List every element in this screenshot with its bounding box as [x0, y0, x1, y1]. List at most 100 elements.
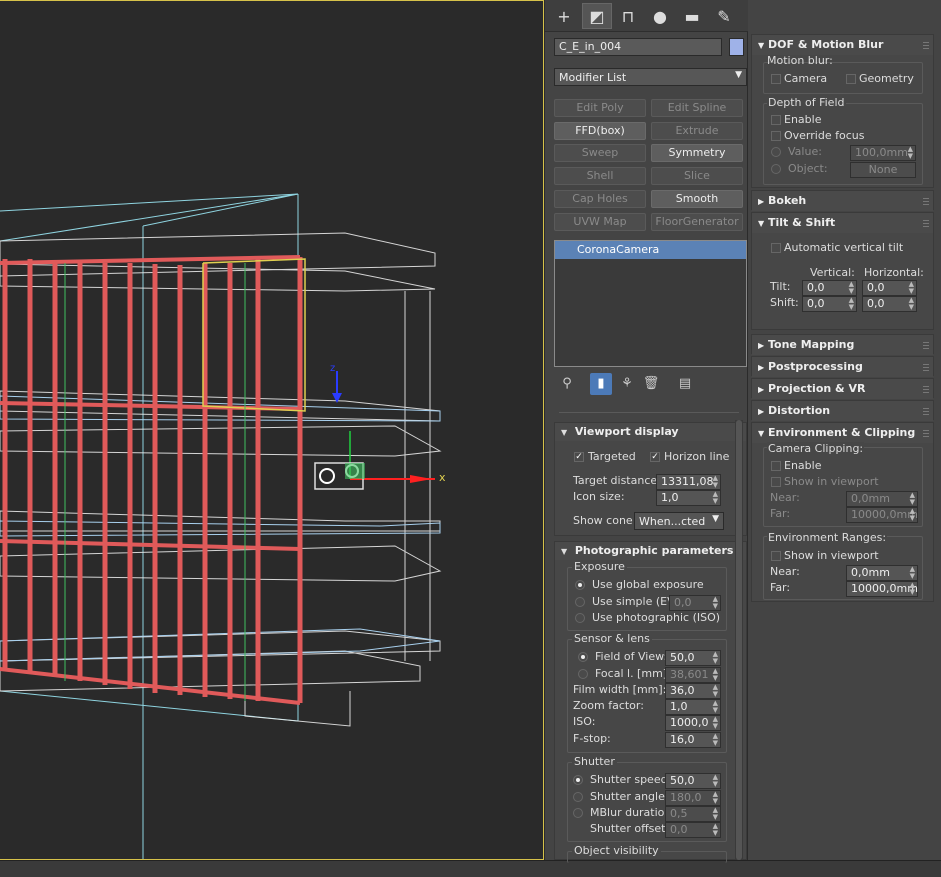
camera-gizmo[interactable] — [314, 371, 435, 490]
mblur-duration-spinner[interactable]: 0,5 ▲ ▼ — [665, 806, 721, 822]
mod-button-symmetry[interactable]: Symmetry — [651, 144, 743, 162]
ranges-far-spinner[interactable]: 10000,0mm ▲ ▼ — [846, 581, 918, 597]
clipping-show-viewport-checkbox[interactable] — [771, 477, 781, 487]
shutter-angle-spinner[interactable]: 180,0 ▲ ▼ — [665, 790, 721, 806]
focus-value-spinner[interactable]: 100,0mm ▲ ▼ — [850, 145, 916, 161]
configure-sets-icon[interactable]: ▤ — [674, 373, 696, 395]
display-tab-icon[interactable]: ▬ — [677, 3, 707, 29]
motion-tab-icon[interactable]: ● — [645, 3, 675, 29]
shutter-angle-radio[interactable] — [573, 792, 583, 802]
ranges-show-viewport-checkbox[interactable] — [771, 551, 781, 561]
tilt-label: Tilt: — [770, 280, 791, 293]
pin-stack-icon[interactable]: ⚲ — [556, 373, 578, 395]
tilt-vertical-spinner[interactable]: 0,0 ▲ ▼ — [802, 280, 857, 296]
show-end-result-icon[interactable]: ▮ — [590, 373, 612, 395]
photographic-iso-radio[interactable] — [575, 613, 585, 623]
mod-button-extrude[interactable]: Extrude — [651, 122, 743, 140]
distortion-header[interactable]: ▶ Distortion — [752, 401, 933, 421]
fov-radio[interactable] — [578, 652, 588, 662]
mod-button-sweep[interactable]: Sweep — [554, 144, 646, 162]
fov-spinner[interactable]: 50,0 ▲ ▼ — [665, 650, 721, 666]
object-name-field[interactable]: C_E_in_004 — [554, 38, 722, 56]
remove-modifier-icon[interactable]: 🗑 — [640, 373, 662, 395]
horizon-line-checkbox[interactable]: ✓ — [650, 452, 660, 462]
motion-blur-geometry-checkbox[interactable] — [846, 74, 856, 84]
object-color-swatch[interactable] — [729, 38, 744, 56]
mod-button-ffd-box[interactable]: FFD(box) — [554, 122, 646, 140]
projection-vr-header[interactable]: ▶ Projection & VR — [752, 379, 933, 399]
zoom-factor-value: 1,0 — [670, 700, 688, 713]
target-distance-spinner[interactable]: 13311,08 ▲ ▼ — [656, 474, 721, 490]
hierarchy-tab-icon[interactable]: ⊓ — [613, 3, 643, 29]
modify-tab-icon[interactable]: ◩ — [582, 3, 612, 29]
motion-blur-geometry-label: Geometry — [859, 72, 914, 85]
projection-vr-rollout[interactable]: ▶ Projection & VR — [751, 378, 934, 399]
mblur-duration-radio[interactable] — [573, 808, 583, 818]
bokeh-header[interactable]: ▶ Bokeh — [752, 191, 933, 211]
mod-button-shell[interactable]: Shell — [554, 167, 646, 185]
command-panel-scrollbar[interactable] — [735, 420, 743, 860]
clipping-near-spinner[interactable]: 0,0mm ▲ ▼ — [846, 491, 918, 507]
shutter-speed-spinner[interactable]: 50,0 ▲ ▼ — [665, 773, 721, 789]
iso-spinner[interactable]: 1000,0 ▲ ▼ — [665, 715, 721, 731]
create-tab-icon[interactable]: + — [549, 3, 579, 29]
scrollbar-thumb[interactable] — [736, 420, 742, 860]
mod-button-uvw-map[interactable]: UVW Map — [554, 213, 646, 231]
shutter-offset-spinner[interactable]: 0,0 ▲ ▼ — [665, 822, 721, 838]
simple-ev-spinner[interactable]: 0,0 ▲ ▼ — [669, 595, 721, 611]
simple-ev-radio[interactable] — [575, 597, 585, 607]
icon-size-spinner[interactable]: 1,0 ▲ ▼ — [656, 490, 721, 506]
film-width-spinner[interactable]: 36,0 ▲ ▼ — [665, 683, 721, 699]
tilt-shift-header[interactable]: ▼ Tilt & Shift — [752, 213, 933, 233]
spinner-arrows-icon: ▲ ▼ — [909, 491, 915, 506]
dof-motion-blur-header[interactable]: ▼ DOF & Motion Blur — [752, 35, 933, 55]
override-focus-checkbox[interactable] — [771, 131, 781, 141]
projection-vr-title: Projection & VR — [768, 382, 866, 395]
bokeh-rollout[interactable]: ▶ Bokeh — [751, 190, 934, 211]
postprocessing-rollout[interactable]: ▶ Postprocessing — [751, 356, 934, 377]
photographic-parameters-header[interactable]: ▼ Photographic parameters — [555, 542, 746, 560]
focus-object-radio[interactable] — [771, 164, 781, 174]
zoom-factor-spinner[interactable]: 1,0 ▲ ▼ — [665, 699, 721, 715]
focus-object-button[interactable]: None — [850, 162, 916, 178]
tone-mapping-rollout[interactable]: ▶ Tone Mapping — [751, 334, 934, 355]
clipping-enable-checkbox[interactable] — [771, 461, 781, 471]
dof-enable-checkbox[interactable] — [771, 115, 781, 125]
focal-spinner[interactable]: 38,601 ▲ ▼ — [665, 667, 721, 683]
mod-button-floorgenerator[interactable]: FloorGenerator — [651, 213, 743, 231]
mod-button-edit-spline[interactable]: Edit Spline — [651, 99, 743, 117]
modifier-list-dropdown[interactable]: Modifier List ▼ — [554, 68, 747, 86]
environment-clipping-header[interactable]: ▼ Environment & Clipping — [752, 423, 933, 443]
spinner-arrows-icon: ▲ ▼ — [908, 296, 914, 311]
focal-radio[interactable] — [578, 669, 588, 679]
fstop-spinner[interactable]: 16,0 ▲ ▼ — [665, 732, 721, 748]
tilt-horizontal-spinner[interactable]: 0,0 ▲ ▼ — [862, 280, 917, 296]
mod-button-slice[interactable]: Slice — [651, 167, 743, 185]
focus-value-radio[interactable] — [771, 147, 781, 157]
mod-button-smooth[interactable]: Smooth — [651, 190, 743, 208]
clipping-far-spinner[interactable]: 10000,0mm ▲ ▼ — [846, 507, 918, 523]
show-cone-dropdown[interactable]: When...cted ▼ — [634, 512, 724, 530]
spinner-arrows-icon: ▲ ▼ — [848, 296, 854, 311]
tone-mapping-header[interactable]: ▶ Tone Mapping — [752, 335, 933, 355]
stack-item-coronacamera[interactable]: CoronaCamera — [555, 241, 746, 259]
postprocessing-header[interactable]: ▶ Postprocessing — [752, 357, 933, 377]
shutter-speed-radio[interactable] — [573, 775, 583, 785]
tilt-shift-rollout: ▼ Tilt & Shift Automatic vertical tilt Ve… — [751, 212, 934, 330]
motion-blur-camera-checkbox[interactable] — [771, 74, 781, 84]
modifier-stack[interactable]: CoronaCamera — [554, 240, 747, 367]
auto-vertical-tilt-checkbox[interactable] — [771, 243, 781, 253]
make-unique-icon[interactable]: ⚘ — [616, 373, 638, 395]
distortion-rollout[interactable]: ▶ Distortion — [751, 400, 934, 421]
mod-button-cap-holes[interactable]: Cap Holes — [554, 190, 646, 208]
wireframe-scene[interactable] — [0, 1, 544, 860]
shift-vertical-spinner[interactable]: 0,0 ▲ ▼ — [802, 296, 857, 312]
targeted-checkbox[interactable]: ✓ — [574, 452, 584, 462]
ranges-near-spinner[interactable]: 0,0mm ▲ ▼ — [846, 565, 918, 581]
mod-button-edit-poly[interactable]: Edit Poly — [554, 99, 646, 117]
global-exposure-radio[interactable] — [575, 580, 585, 590]
viewport[interactable]: x z — [0, 0, 544, 860]
utilities-tab-icon[interactable]: ✎ — [709, 3, 739, 29]
viewport-display-header[interactable]: ▼ Viewport display — [555, 423, 746, 441]
shift-horizontal-spinner[interactable]: 0,0 ▲ ▼ — [862, 296, 917, 312]
